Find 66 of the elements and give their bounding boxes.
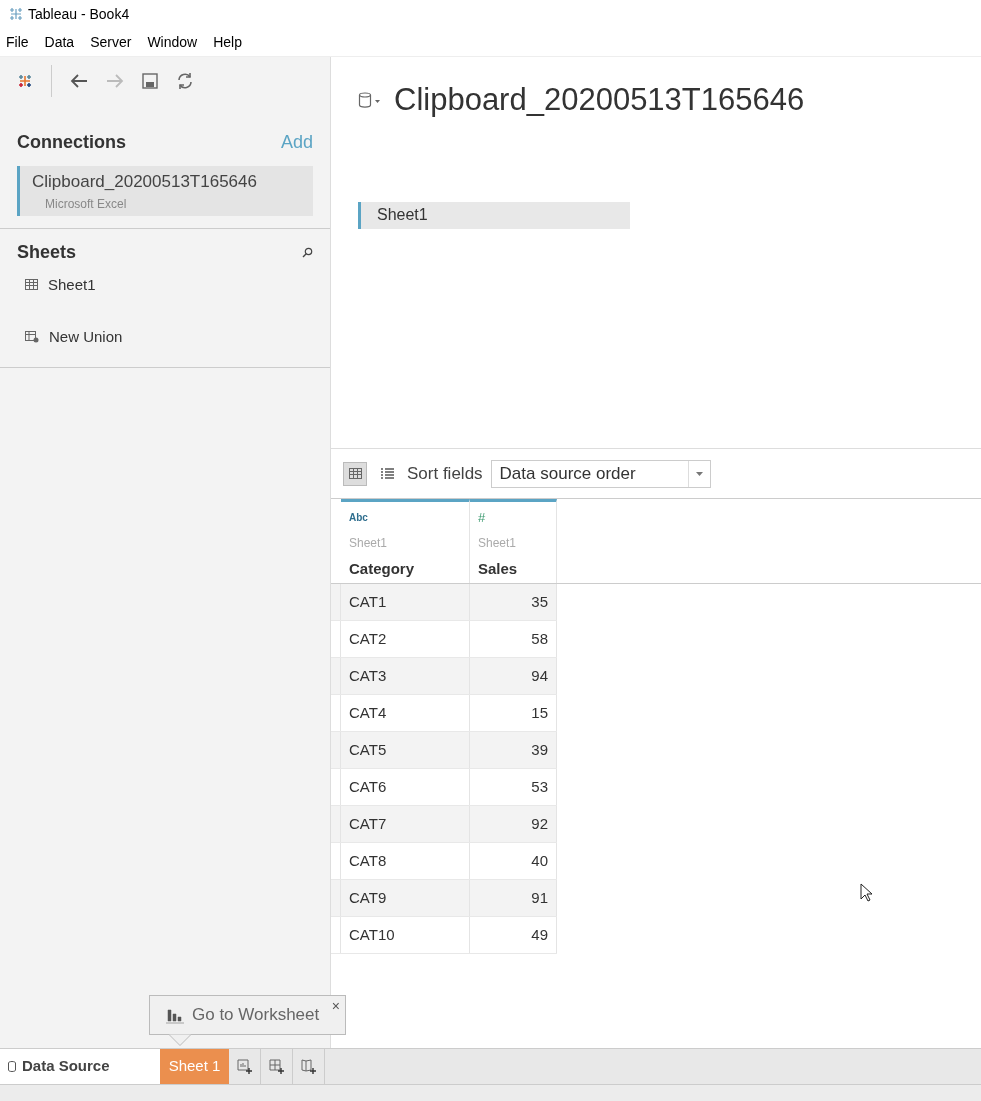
- book-plus-icon: [300, 1059, 317, 1074]
- column-source: Sheet1: [349, 535, 389, 552]
- data-source-title: Clipboard_20200513T165646: [394, 81, 805, 119]
- refresh-icon[interactable]: [176, 72, 194, 90]
- field-type-icon: Abc: [349, 511, 461, 525]
- table-cell: CAT7: [341, 806, 470, 842]
- sheet-item[interactable]: Sheet1: [48, 273, 96, 296]
- list-icon: [380, 468, 394, 479]
- connection-name: Clipboard_20200513T165646: [32, 171, 258, 193]
- menu-item[interactable]: File: [6, 31, 29, 53]
- mouse-pointer-icon: [860, 883, 872, 902]
- table-cell: 40: [470, 843, 557, 879]
- chart-plus-icon: [236, 1059, 253, 1074]
- table-cell: 58: [470, 621, 557, 657]
- grid-icon: [348, 468, 362, 479]
- table-cell: CAT1: [341, 584, 470, 620]
- grid-view-button[interactable]: [343, 461, 367, 486]
- table-cell: 35: [470, 584, 557, 620]
- connection-type: Microsoft Excel: [44, 195, 128, 213]
- search-icon[interactable]: [302, 246, 313, 258]
- connection-item[interactable]: Clipboard_20200513T165646 Microsoft Excel: [17, 166, 313, 216]
- table-tile[interactable]: Sheet1: [358, 201, 630, 229]
- menu-item[interactable]: Server: [90, 31, 132, 53]
- home-button[interactable]: [17, 73, 33, 89]
- table-cell: 94: [470, 658, 557, 694]
- table-cell: CAT6: [341, 769, 470, 805]
- table-icon: [25, 279, 38, 291]
- table-cell: 39: [470, 732, 557, 768]
- column-name: Category: [349, 559, 416, 579]
- data-source-tab[interactable]: Data Source: [0, 1049, 160, 1084]
- menu-item[interactable]: Data: [44, 31, 75, 53]
- table-cell: 15: [470, 695, 557, 731]
- window-title: Tableau - Book4: [28, 4, 130, 24]
- caret-icon: [695, 471, 703, 476]
- tooltip-text: Go to Worksheet: [192, 1004, 320, 1027]
- section-title: Connections: [17, 131, 126, 154]
- sort-label: Sort fields: [407, 462, 483, 485]
- table-cell: CAT8: [341, 843, 470, 879]
- field-type-icon: #: [478, 511, 548, 525]
- menu-item[interactable]: Help: [213, 31, 242, 53]
- sheet-item[interactable]: New Union: [49, 326, 123, 349]
- table-cell: 92: [470, 806, 557, 842]
- close-button[interactable]: ×: [331, 996, 340, 1017]
- grid-plus-icon: [268, 1059, 285, 1074]
- table-cell: CAT10: [341, 917, 470, 953]
- menu-item[interactable]: Window: [147, 31, 198, 53]
- table-cell: 91: [470, 880, 557, 916]
- tableau-logo-icon: [17, 73, 33, 89]
- column-source: Sheet1: [478, 535, 518, 552]
- app-logo-icon: [8, 6, 24, 22]
- bar-chart-icon: [165, 1006, 184, 1024]
- database-icon: [8, 1061, 16, 1072]
- table-cell: CAT9: [341, 880, 470, 916]
- column-name: Sales: [478, 559, 519, 579]
- table-cell: 53: [470, 769, 557, 805]
- table-cell: CAT4: [341, 695, 470, 731]
- sort-dropdown[interactable]: Data source order: [490, 459, 711, 488]
- table-cell: CAT2: [341, 621, 470, 657]
- union-icon: [25, 331, 39, 344]
- table-cell: CAT3: [341, 658, 470, 694]
- section-title: Sheets: [17, 240, 77, 264]
- table-cell: 49: [470, 917, 557, 953]
- back-icon[interactable]: [70, 74, 88, 88]
- table-cell: CAT5: [341, 732, 470, 768]
- database-caret-icon[interactable]: [358, 92, 382, 109]
- save-icon[interactable]: [142, 73, 158, 89]
